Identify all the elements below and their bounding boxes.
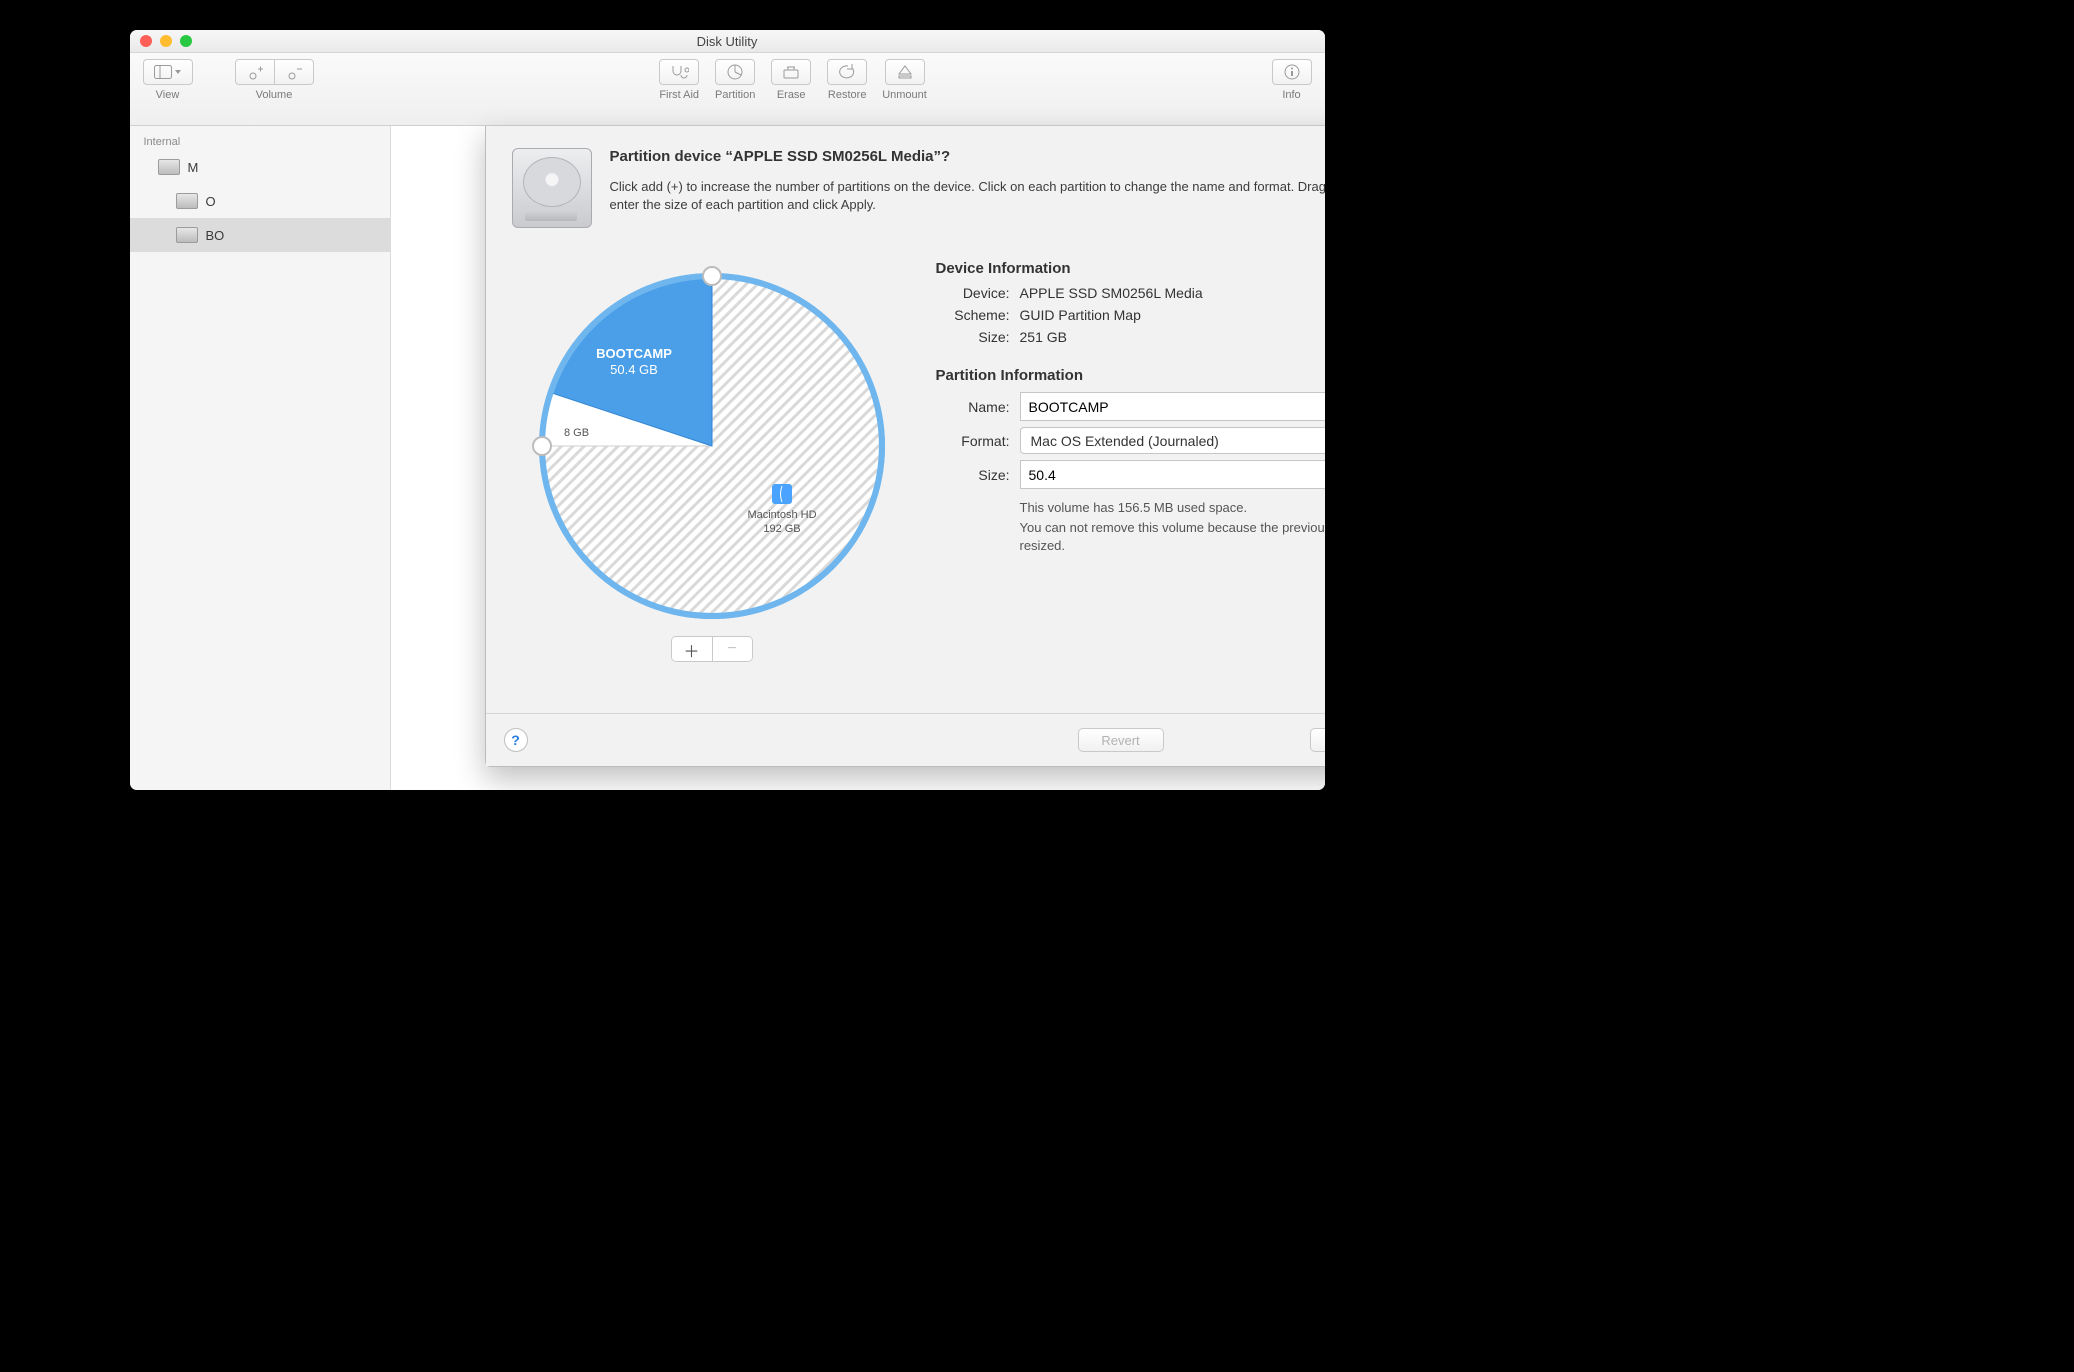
info-icon (1283, 63, 1301, 81)
pie-slice1-size: 50.4 GB (610, 362, 658, 377)
sheet-footer: ? Revert Cancel Apply (486, 713, 1325, 766)
pie-icon (726, 63, 744, 81)
disk-icon (176, 193, 198, 209)
partition-add-remove: ＋ − (671, 636, 753, 662)
unmount-button[interactable] (885, 59, 925, 85)
format-label: Format: (936, 433, 1010, 449)
pie-slice3-size: 192 GB (763, 523, 800, 535)
sidebar: Internal M O BO (130, 126, 391, 790)
pie-slice3-name: Macintosh HD (747, 509, 816, 521)
toolbar-unmount-label: Unmount (882, 89, 927, 101)
scheme-value: GUID Partition Map (1020, 307, 1141, 323)
sheet-subtitle: Click add (+) to increase the number of … (610, 178, 1325, 214)
sidebar-item-0[interactable]: M (130, 150, 390, 184)
toolbar-volume-label: Volume (256, 89, 293, 101)
main-area: Internal M O BO B ume bled ress k0s4 (130, 126, 1325, 790)
titlebar: Disk Utility (130, 30, 1325, 53)
zoom-window-button[interactable] (180, 35, 192, 47)
toolbar-volume-group: Volume (234, 59, 315, 101)
remove-partition-button[interactable]: − (712, 637, 752, 661)
partition-sheet: Partition device “APPLE SSD SM0256L Medi… (485, 126, 1325, 767)
toolbar-restore-label: Restore (828, 89, 867, 101)
eject-icon (897, 64, 913, 80)
psize-label: Size: (936, 467, 1010, 483)
disk-utility-window: Disk Utility View (130, 30, 1325, 790)
partition-size-input[interactable] (1020, 460, 1325, 489)
partition-pie-area: BOOTCAMP 50.4 GB 8 GB Macintosh HD 192 G… (512, 246, 912, 705)
sidebar-section-internal: Internal (130, 132, 390, 150)
erase-button[interactable] (771, 59, 811, 85)
used-space-hint: This volume has 156.5 MB used space. (936, 499, 1325, 517)
scheme-label: Scheme: (936, 307, 1010, 323)
minimize-window-button[interactable] (160, 35, 172, 47)
sheet-title: Partition device “APPLE SSD SM0256L Medi… (610, 148, 1325, 165)
sidebar-item-label: M (188, 160, 199, 175)
sidebar-item-2[interactable]: BO (130, 218, 390, 252)
restore-button[interactable] (827, 59, 867, 85)
partition-button[interactable] (715, 59, 755, 85)
toolbar-partition-label: Partition (715, 89, 755, 101)
toolbar-info-label: Info (1282, 89, 1300, 101)
sidebar-item-label: BO (206, 228, 225, 243)
toolbar-partition-group: Partition (714, 59, 756, 101)
volume-add-button[interactable] (235, 59, 275, 85)
partition-info-heading: Partition Information (936, 367, 1325, 384)
help-button[interactable]: ? (504, 728, 528, 752)
pie-slice1-name: BOOTCAMP (596, 346, 672, 361)
partition-name-input[interactable] (1020, 392, 1325, 421)
partition-format-select[interactable]: Mac OS Extended (Journaled) (1020, 427, 1325, 454)
disk-icon (158, 159, 180, 175)
sheet-header: Partition device “APPLE SSD SM0256L Medi… (486, 126, 1325, 240)
volume-remove-icon (285, 64, 303, 80)
cancel-button[interactable]: Cancel (1310, 728, 1325, 752)
restore-icon (838, 64, 856, 80)
toolbar-first-aid-group: First Aid (658, 59, 700, 101)
sidebar-toggle-icon (154, 65, 182, 79)
view-button[interactable] (143, 59, 193, 85)
toolbar-restore-group: Restore (826, 59, 868, 101)
device-value: APPLE SSD SM0256L Media (1020, 285, 1203, 301)
disk-icon (176, 227, 198, 243)
toolbar-erase-group: Erase (770, 59, 812, 101)
partition-resize-handle-left[interactable] (533, 437, 551, 455)
toolbar-erase-label: Erase (777, 89, 806, 101)
erase-icon (782, 64, 800, 80)
info-button[interactable] (1272, 59, 1312, 85)
partition-resize-handle-top[interactable] (703, 267, 721, 285)
add-partition-button[interactable]: ＋ (672, 637, 712, 661)
name-label: Name: (936, 399, 1010, 415)
revert-button[interactable]: Revert (1078, 728, 1164, 752)
close-window-button[interactable] (140, 35, 152, 47)
toolbar-view-label: View (156, 89, 180, 101)
cannot-remove-hint: You can not remove this volume because t… (936, 519, 1325, 555)
toolbar-info-group: Info (1271, 59, 1313, 101)
toolbar: View Volume First Aid (130, 53, 1325, 126)
device-size-label: Size: (936, 329, 1010, 345)
volume-add-icon (246, 64, 264, 80)
device-info-heading: Device Information (936, 260, 1325, 277)
window-title: Disk Utility (130, 34, 1325, 49)
toolbar-unmount-group: Unmount (882, 59, 927, 101)
window-controls (140, 35, 192, 47)
format-value: Mac OS Extended (Journaled) (1031, 433, 1219, 449)
hard-drive-icon (512, 148, 592, 228)
content-area: B ume bled ress k0s4 Partition device “A… (391, 126, 1325, 790)
stethoscope-icon (669, 64, 689, 80)
partition-info-panel: Device Information Device: APPLE SSD SM02… (936, 246, 1325, 705)
first-aid-button[interactable] (659, 59, 699, 85)
sidebar-item-label: O (206, 194, 216, 209)
pie-slice2-size: 8 GB (564, 427, 589, 439)
toolbar-first-aid-label: First Aid (659, 89, 699, 101)
sidebar-item-1[interactable]: O (130, 184, 390, 218)
volume-remove-button[interactable] (275, 59, 314, 85)
toolbar-view-group: View (142, 59, 194, 101)
device-size-value: 251 GB (1020, 329, 1067, 345)
partition-pie-chart[interactable]: BOOTCAMP 50.4 GB 8 GB Macintosh HD 192 G… (522, 246, 902, 626)
device-label: Device: (936, 285, 1010, 301)
